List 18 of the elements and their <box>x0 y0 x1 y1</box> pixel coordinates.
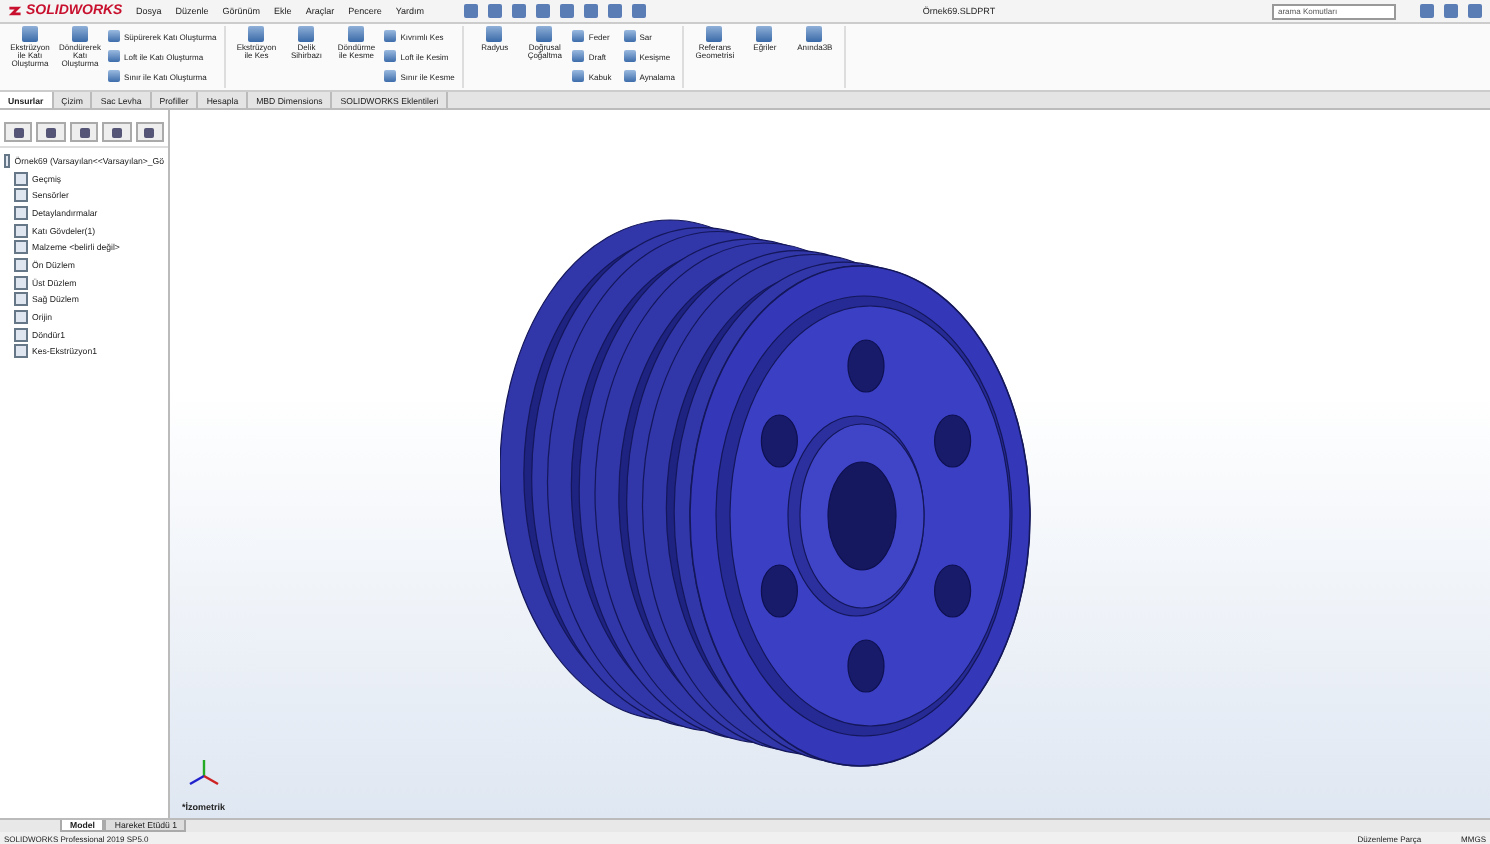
feature-icon <box>22 26 38 42</box>
panel-tab[interactable] <box>4 122 33 142</box>
panel-tab[interactable] <box>102 122 132 142</box>
panel-tab[interactable] <box>135 122 165 142</box>
feature-icon <box>348 26 365 42</box>
feature-icon <box>248 26 265 42</box>
panel-tab[interactable] <box>69 122 99 142</box>
axis-triad-icon <box>186 758 222 790</box>
feature-icon <box>536 26 553 42</box>
feature-icon <box>72 26 88 42</box>
part-icon <box>4 153 11 168</box>
feature-icon <box>756 26 773 42</box>
logo-icon <box>8 4 22 18</box>
feature-icon <box>706 26 723 42</box>
feature-icon <box>806 26 823 42</box>
feature-icon <box>298 26 315 42</box>
panel-tab[interactable] <box>36 122 66 142</box>
feature-icon <box>486 26 503 42</box>
